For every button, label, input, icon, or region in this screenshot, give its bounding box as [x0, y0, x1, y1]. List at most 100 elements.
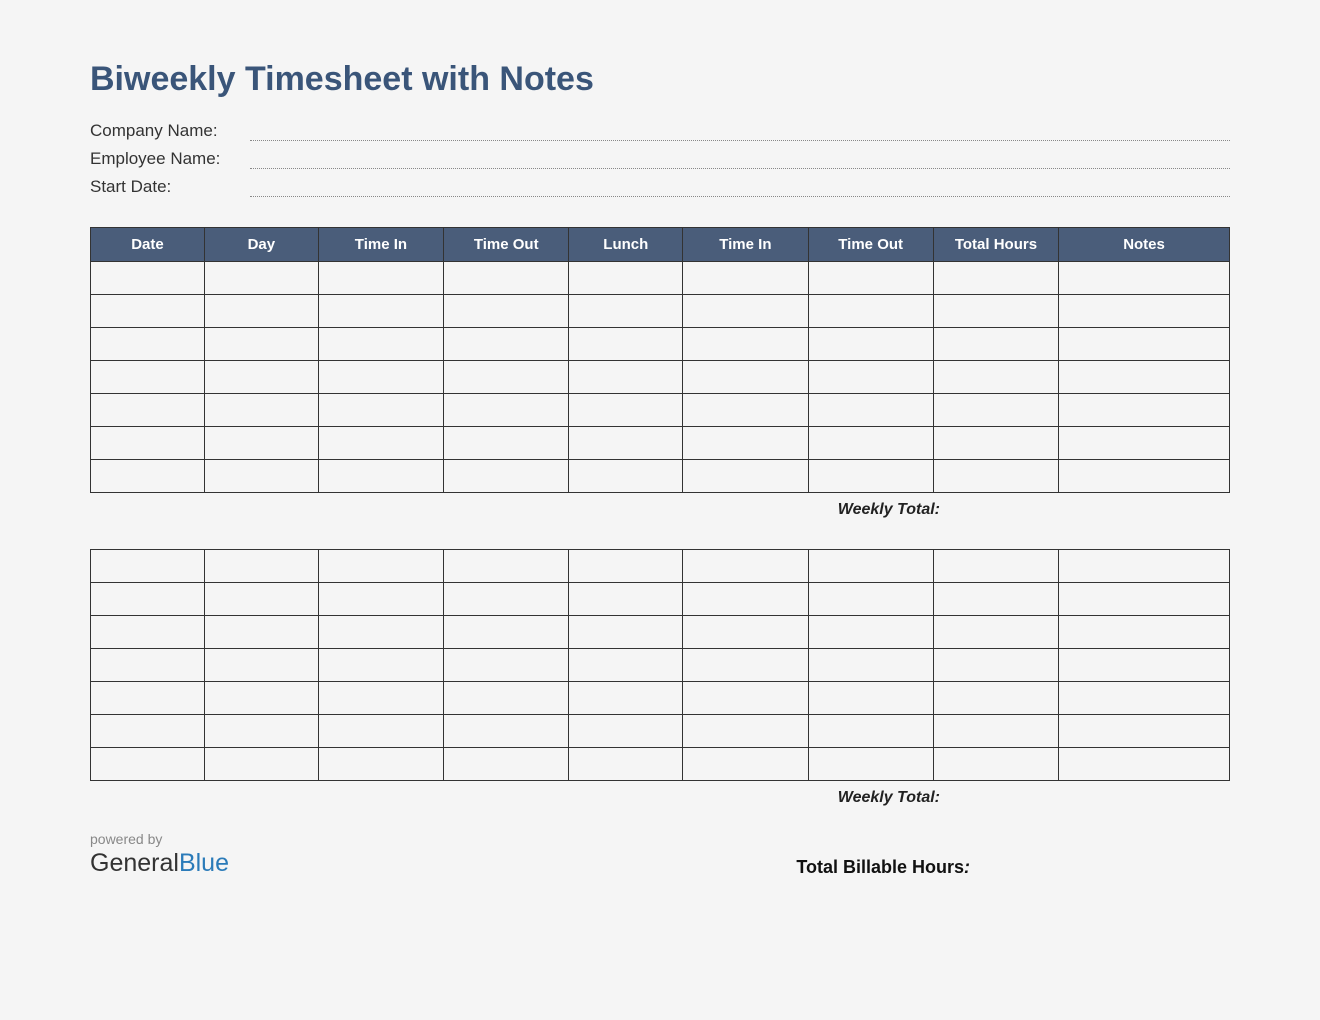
week1-cell-date[interactable] — [91, 328, 205, 361]
week2-cell-total[interactable] — [933, 715, 1058, 748]
week2-cell-date[interactable] — [91, 682, 205, 715]
employee-input-line[interactable] — [250, 151, 1230, 169]
week2-cell-day[interactable] — [204, 649, 318, 682]
week2-cell-day[interactable] — [204, 616, 318, 649]
week2-cell-day[interactable] — [204, 748, 318, 781]
week2-cell-timeout2[interactable] — [808, 748, 933, 781]
week1-cell-timein2[interactable] — [683, 427, 808, 460]
week2-cell-timeout1[interactable] — [444, 616, 569, 649]
week2-cell-total[interactable] — [933, 616, 1058, 649]
week2-cell-timein1[interactable] — [318, 583, 443, 616]
week1-cell-timeout1[interactable] — [444, 295, 569, 328]
week1-cell-timeout1[interactable] — [444, 460, 569, 493]
week2-cell-total[interactable] — [933, 748, 1058, 781]
week2-cell-notes[interactable] — [1059, 649, 1230, 682]
week2-cell-lunch[interactable] — [569, 715, 683, 748]
week2-cell-timeout2[interactable] — [808, 649, 933, 682]
week2-cell-timein2[interactable] — [683, 550, 808, 583]
week1-cell-timein1[interactable] — [318, 328, 443, 361]
week1-cell-day[interactable] — [204, 427, 318, 460]
week2-cell-lunch[interactable] — [569, 649, 683, 682]
week2-cell-timein1[interactable] — [318, 550, 443, 583]
week1-cell-total[interactable] — [933, 394, 1058, 427]
week1-cell-timeout1[interactable] — [444, 394, 569, 427]
week1-cell-timein2[interactable] — [683, 460, 808, 493]
week1-cell-lunch[interactable] — [569, 394, 683, 427]
week2-cell-notes[interactable] — [1059, 682, 1230, 715]
week1-cell-notes[interactable] — [1059, 262, 1230, 295]
week1-cell-lunch[interactable] — [569, 328, 683, 361]
week1-cell-date[interactable] — [91, 361, 205, 394]
week1-cell-total[interactable] — [933, 295, 1058, 328]
week2-cell-lunch[interactable] — [569, 550, 683, 583]
week1-cell-timein1[interactable] — [318, 460, 443, 493]
week1-cell-day[interactable] — [204, 295, 318, 328]
week2-cell-notes[interactable] — [1059, 550, 1230, 583]
week1-cell-timein1[interactable] — [318, 361, 443, 394]
week2-cell-date[interactable] — [91, 616, 205, 649]
week2-cell-timeout1[interactable] — [444, 715, 569, 748]
week2-cell-date[interactable] — [91, 715, 205, 748]
week1-cell-timein1[interactable] — [318, 262, 443, 295]
week1-cell-notes[interactable] — [1059, 460, 1230, 493]
week1-cell-timein2[interactable] — [683, 295, 808, 328]
week1-cell-timeout2[interactable] — [808, 361, 933, 394]
week1-cell-timein2[interactable] — [683, 361, 808, 394]
week2-cell-total[interactable] — [933, 550, 1058, 583]
week1-cell-timein2[interactable] — [683, 328, 808, 361]
week2-cell-timein2[interactable] — [683, 715, 808, 748]
week1-cell-day[interactable] — [204, 460, 318, 493]
week2-cell-notes[interactable] — [1059, 715, 1230, 748]
week1-cell-timeout2[interactable] — [808, 295, 933, 328]
week2-cell-timein1[interactable] — [318, 682, 443, 715]
week2-cell-timeout2[interactable] — [808, 715, 933, 748]
week1-cell-timeout2[interactable] — [808, 328, 933, 361]
week1-cell-date[interactable] — [91, 460, 205, 493]
week2-cell-total[interactable] — [933, 649, 1058, 682]
week2-cell-timeout1[interactable] — [444, 748, 569, 781]
week1-cell-total[interactable] — [933, 361, 1058, 394]
week1-cell-timeout1[interactable] — [444, 361, 569, 394]
week2-cell-notes[interactable] — [1059, 583, 1230, 616]
week2-cell-timein2[interactable] — [683, 682, 808, 715]
week1-cell-total[interactable] — [933, 427, 1058, 460]
week1-cell-day[interactable] — [204, 361, 318, 394]
week1-cell-date[interactable] — [91, 394, 205, 427]
week1-cell-day[interactable] — [204, 262, 318, 295]
week1-cell-total[interactable] — [933, 460, 1058, 493]
week2-cell-total[interactable] — [933, 682, 1058, 715]
week1-cell-timeout2[interactable] — [808, 394, 933, 427]
week1-cell-date[interactable] — [91, 295, 205, 328]
company-input-line[interactable] — [250, 123, 1230, 141]
week1-cell-lunch[interactable] — [569, 295, 683, 328]
week1-cell-timeout1[interactable] — [444, 328, 569, 361]
week1-cell-timein1[interactable] — [318, 427, 443, 460]
week1-cell-date[interactable] — [91, 427, 205, 460]
week2-cell-timeout1[interactable] — [444, 682, 569, 715]
week1-cell-lunch[interactable] — [569, 262, 683, 295]
week1-cell-timein1[interactable] — [318, 295, 443, 328]
week2-cell-timeout2[interactable] — [808, 682, 933, 715]
week2-cell-lunch[interactable] — [569, 616, 683, 649]
week1-cell-timeout2[interactable] — [808, 427, 933, 460]
week1-cell-day[interactable] — [204, 328, 318, 361]
week2-cell-timein2[interactable] — [683, 583, 808, 616]
week2-cell-timein2[interactable] — [683, 616, 808, 649]
week2-cell-day[interactable] — [204, 583, 318, 616]
week1-cell-day[interactable] — [204, 394, 318, 427]
week1-cell-timein2[interactable] — [683, 262, 808, 295]
week2-cell-day[interactable] — [204, 682, 318, 715]
week1-cell-notes[interactable] — [1059, 328, 1230, 361]
week1-cell-total[interactable] — [933, 262, 1058, 295]
week1-cell-notes[interactable] — [1059, 361, 1230, 394]
week2-cell-timeout2[interactable] — [808, 616, 933, 649]
week2-cell-timeout2[interactable] — [808, 550, 933, 583]
week1-cell-timeout2[interactable] — [808, 262, 933, 295]
week2-cell-timein2[interactable] — [683, 649, 808, 682]
week1-cell-timeout1[interactable] — [444, 262, 569, 295]
week2-cell-date[interactable] — [91, 550, 205, 583]
week1-cell-lunch[interactable] — [569, 427, 683, 460]
week1-cell-total[interactable] — [933, 328, 1058, 361]
week2-cell-timeout1[interactable] — [444, 583, 569, 616]
week2-cell-timein2[interactable] — [683, 748, 808, 781]
